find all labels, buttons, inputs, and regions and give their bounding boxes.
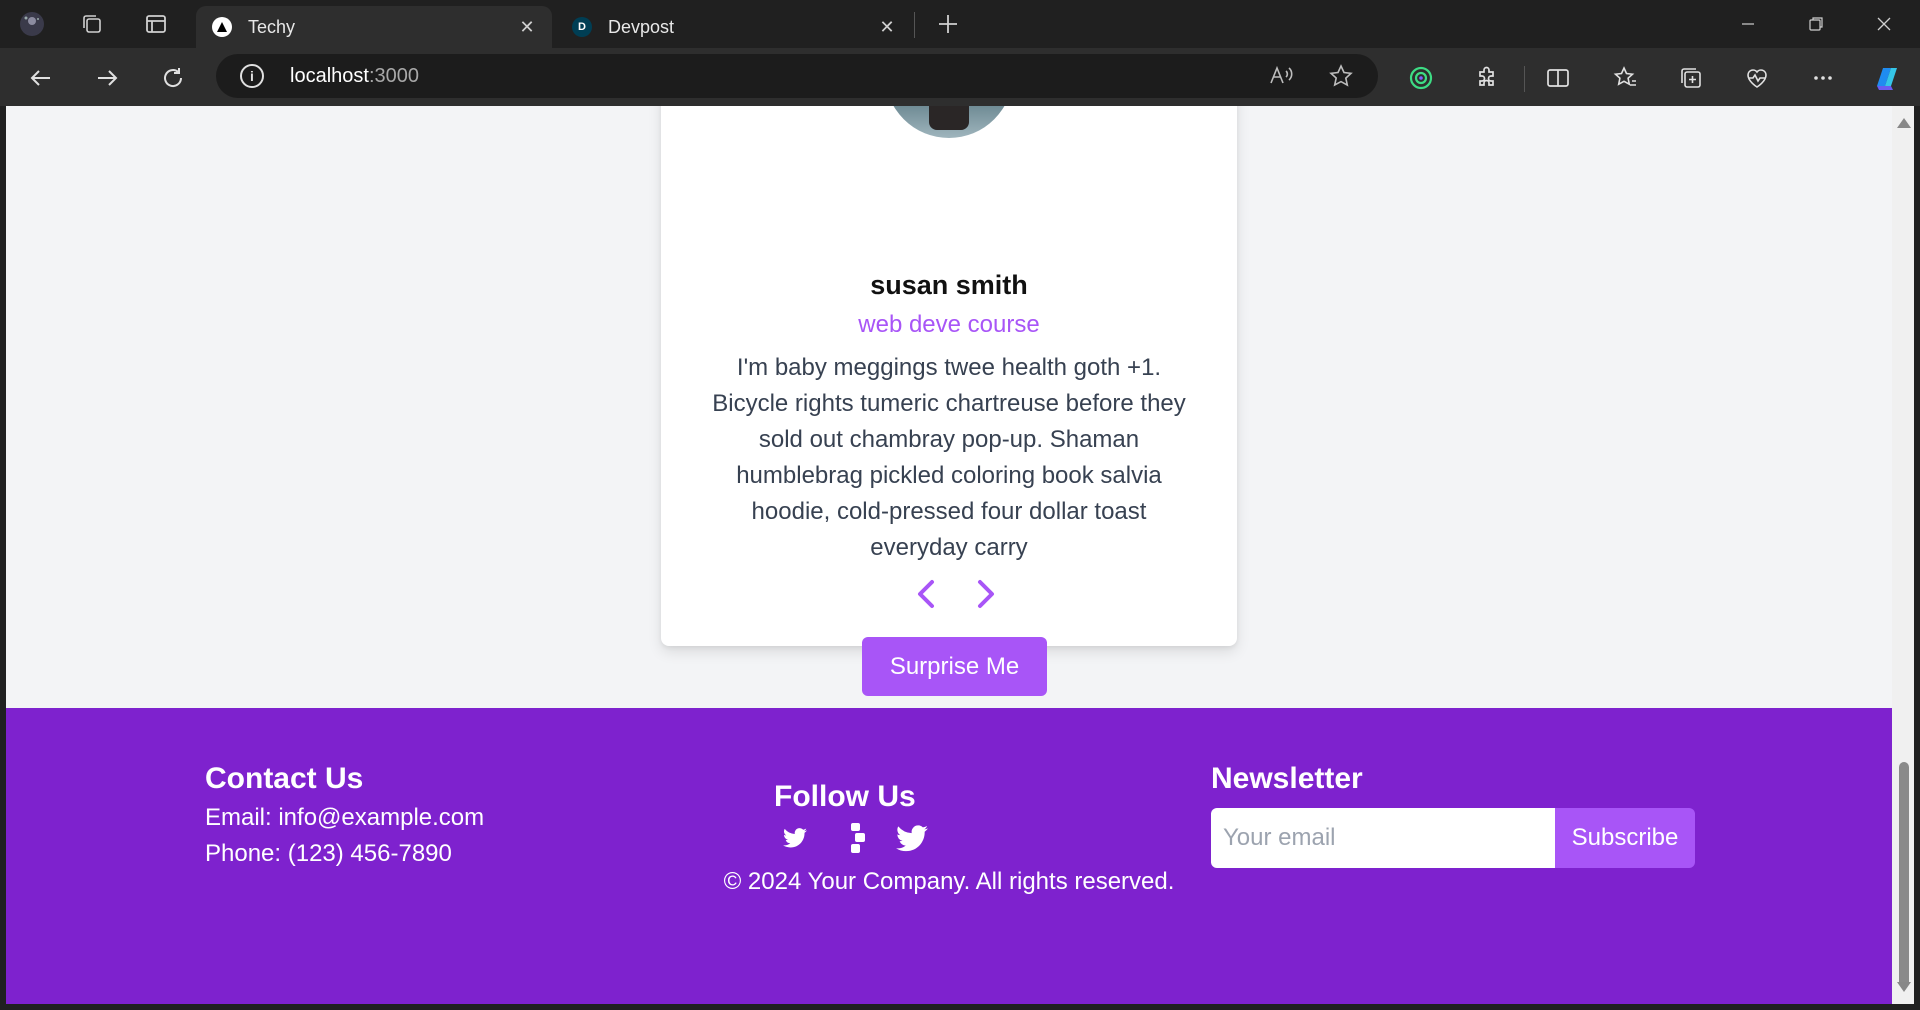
refresh-icon[interactable]: [156, 61, 190, 95]
more-options-icon[interactable]: [1806, 61, 1840, 95]
github-icon[interactable]: [846, 822, 870, 854]
person-name: susan smith: [870, 270, 1028, 300]
restore-icon[interactable]: [1800, 10, 1832, 38]
close-icon[interactable]: ✕: [516, 16, 538, 38]
tab-actions-icon[interactable]: [140, 8, 172, 40]
scroll-down-arrow-icon[interactable]: [1897, 982, 1911, 992]
tab-divider: [914, 12, 915, 38]
site-info-icon[interactable]: i: [240, 64, 264, 88]
email-input[interactable]: [1211, 808, 1555, 868]
review-text: I'm baby meggings twee health goth +1. B…: [712, 354, 1186, 561]
collections-icon[interactable]: [1674, 61, 1708, 95]
minimize-icon[interactable]: [1732, 10, 1764, 38]
copilot-icon[interactable]: [1870, 61, 1904, 95]
newsletter-form: Subscribe: [1211, 808, 1695, 868]
tab-techy[interactable]: Techy ✕: [196, 6, 552, 48]
twitter-icon[interactable]: [780, 822, 810, 854]
copyright-text: © 2024 Your Company. All rights reserved…: [723, 868, 1175, 895]
newsletter-section: Newsletter Subscribe: [1211, 762, 1695, 868]
newsletter-heading: Newsletter: [1211, 762, 1363, 795]
tab-devpost[interactable]: D Devpost ✕: [556, 6, 912, 48]
read-aloud-icon[interactable]: [1266, 61, 1296, 91]
browser-essentials-icon[interactable]: [1404, 61, 1438, 95]
tab-bar: Techy ✕ D Devpost ✕: [0, 0, 1920, 48]
address-bar[interactable]: i localhost:3000: [216, 54, 1378, 98]
avatar-hair: [929, 106, 969, 130]
back-icon[interactable]: [24, 61, 58, 95]
tab-title: Techy: [248, 16, 296, 37]
scrollbar-thumb[interactable]: [1899, 762, 1909, 988]
browser-toolbar: i localhost:3000: [0, 48, 1920, 106]
contact-section: Contact Us Email: info@example.com Phone…: [205, 762, 484, 872]
surprise-me-button[interactable]: Surprise Me: [862, 637, 1047, 696]
new-tab-icon[interactable]: [932, 8, 964, 40]
contact-heading: Contact Us: [205, 762, 364, 795]
vertical-scrollbar[interactable]: [1892, 106, 1914, 1004]
triangle-icon: [212, 17, 232, 37]
workspaces-icon[interactable]: [76, 8, 108, 40]
devpost-icon: D: [572, 17, 592, 37]
address-url[interactable]: localhost:3000: [290, 65, 419, 88]
extensions-icon[interactable]: [1470, 61, 1504, 95]
person-job: web deve course: [858, 311, 1040, 338]
contact-phone: Phone: (123) 456-7890: [205, 840, 452, 867]
contact-email: Email: info@example.com: [205, 804, 485, 831]
follow-heading: Follow Us: [774, 780, 916, 813]
subscribe-button[interactable]: Subscribe: [1555, 808, 1695, 868]
site-footer: Contact Us Email: info@example.com Phone…: [6, 708, 1892, 1004]
performance-icon[interactable]: [1740, 61, 1774, 95]
toolbar-separator: [1524, 66, 1525, 92]
close-icon[interactable]: ✕: [876, 16, 898, 38]
follow-section: Follow Us: [774, 780, 928, 853]
favorites-icon[interactable]: [1609, 61, 1643, 95]
split-screen-icon[interactable]: [1541, 61, 1575, 95]
profile-icon[interactable]: [16, 8, 48, 40]
scroll-up-arrow-icon[interactable]: [1897, 118, 1911, 128]
favorite-star-icon[interactable]: [1326, 61, 1356, 91]
next-chevron-icon[interactable]: [971, 576, 1001, 612]
person-avatar: [885, 106, 1013, 138]
prev-chevron-icon[interactable]: [911, 576, 941, 612]
close-window-icon[interactable]: [1868, 10, 1900, 38]
window-frame: [0, 1004, 1920, 1010]
tab-title: Devpost: [608, 16, 675, 37]
review-card: susan smith web deve course I'm baby meg…: [661, 106, 1237, 696]
twitter-icon[interactable]: [894, 822, 930, 854]
forward-icon[interactable]: [90, 61, 124, 95]
page-viewport: susan smith web deve course I'm baby meg…: [6, 106, 1892, 1004]
